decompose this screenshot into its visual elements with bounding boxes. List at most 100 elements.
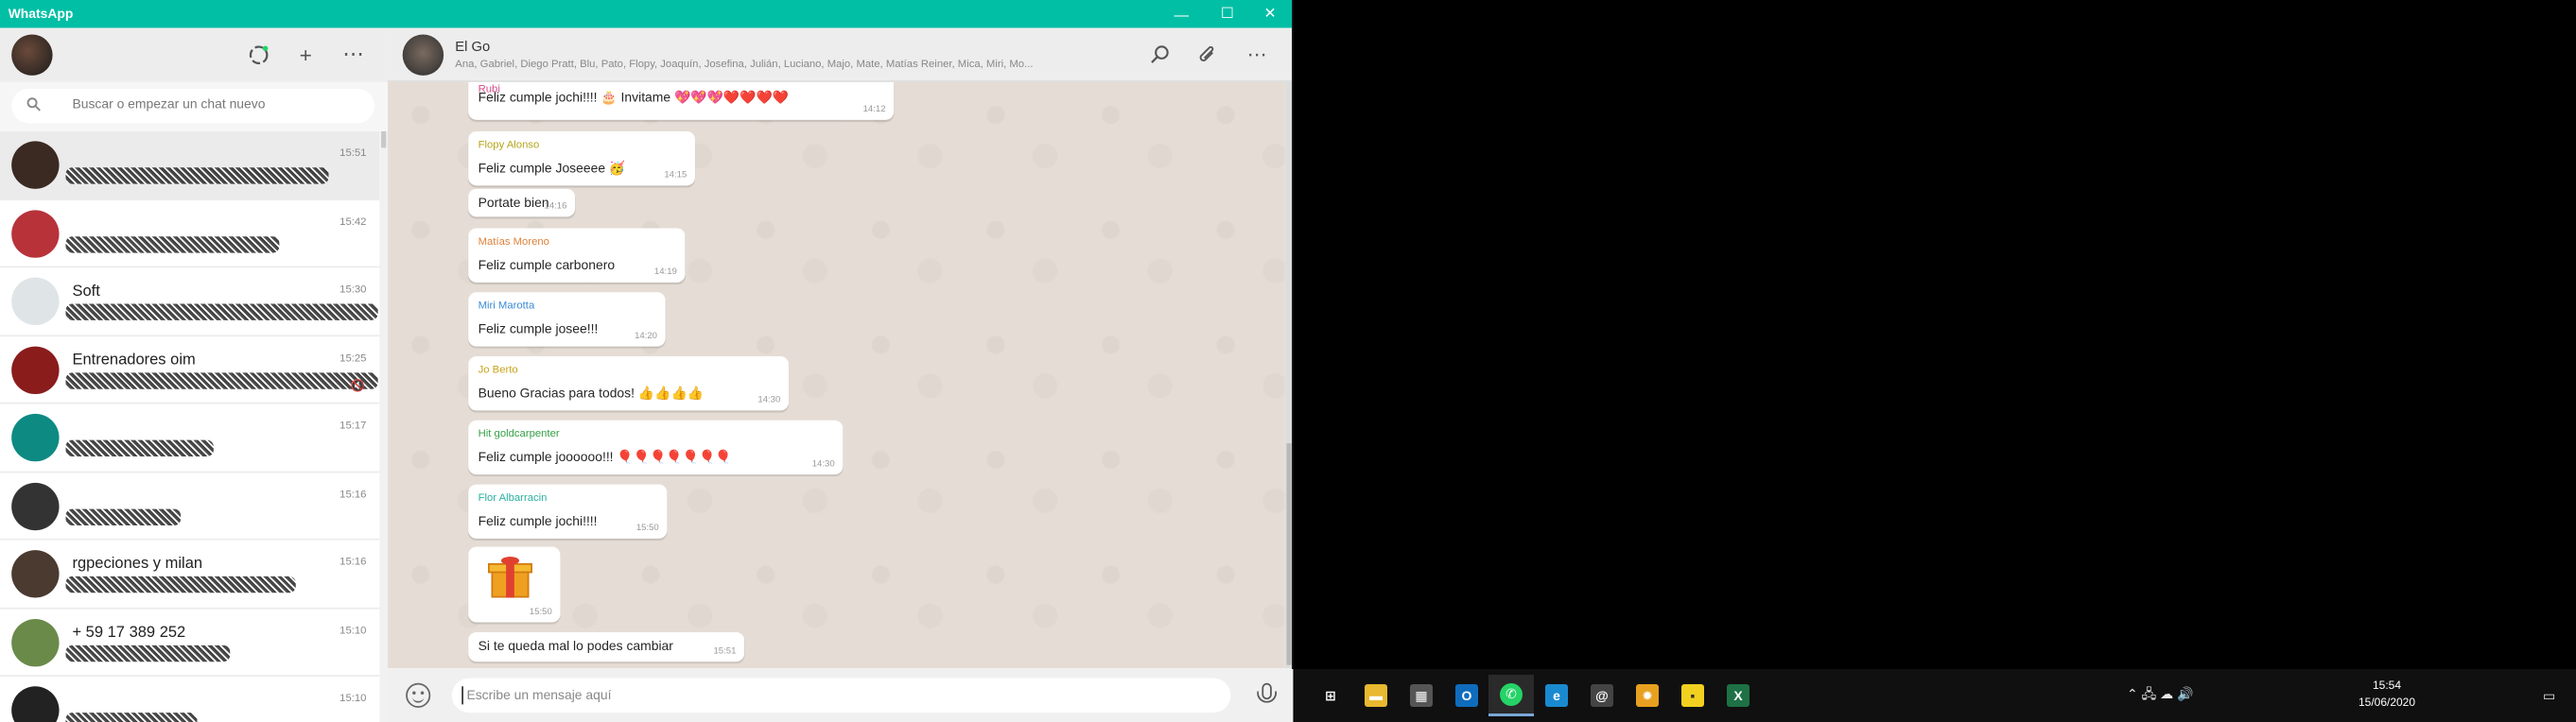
- minimize-button[interactable]: —: [1160, 0, 1203, 28]
- muted-icon: 🔇: [350, 380, 365, 392]
- message-time: 14:15: [664, 170, 688, 181]
- redacted-preview: [65, 167, 329, 184]
- message-text: Feliz cumple jochi!!!!: [478, 513, 598, 529]
- chat-list-item[interactable]: 15:17: [0, 404, 380, 473]
- message-bubble[interactable]: 15:50: [468, 546, 561, 623]
- file-explorer-icon: ▬: [1365, 684, 1387, 707]
- chat-name: Soft: [72, 282, 100, 301]
- scrollbar-thumb[interactable]: [381, 131, 387, 148]
- system-tray-icons[interactable]: ⌃ 🖧 ☁ 🔊: [2127, 669, 2193, 722]
- message-bubble[interactable]: Miri Marotta Feliz cumple josee!!! 14:20: [468, 292, 666, 347]
- message-bubble[interactable]: Rubi Feliz cumple jochi!!!! 🎂 Invitame 💖💖…: [468, 81, 895, 120]
- search-icon: [26, 97, 42, 115]
- clock[interactable]: 15:54 15/06/2020: [2335, 677, 2439, 711]
- chat-list-item[interactable]: Soft 15:30: [0, 267, 380, 336]
- emoji-icon[interactable]: [406, 682, 431, 708]
- compose-bar: Escribe un mensaje aquí: [388, 668, 1294, 722]
- message-input[interactable]: Escribe un mensaje aquí: [451, 678, 1231, 713]
- message-bubble[interactable]: Si te queda mal lo podes cambiar 15:51: [468, 631, 745, 662]
- group-name: El Go: [455, 37, 491, 55]
- chat-time: 15:17: [339, 420, 367, 432]
- message-sender[interactable]: Matías Moreno: [479, 236, 549, 248]
- chat-list-item[interactable]: Entrenadores oim 15:25 🔇: [0, 335, 380, 404]
- message-text: Portate bien: [478, 195, 549, 211]
- taskbar-edge-button[interactable]: e: [1534, 675, 1579, 716]
- search-input[interactable]: Buscar o empezar un chat nuevo: [11, 88, 375, 124]
- search-messages-icon[interactable]: [1147, 41, 1174, 67]
- chat-time: 15:25: [339, 352, 367, 364]
- taskbar-sun-app-button[interactable]: ✹: [1625, 675, 1670, 716]
- sidebar-header: + ⋯: [0, 27, 389, 82]
- chat-list-item[interactable]: 15:51: [0, 131, 380, 200]
- redacted-preview: [65, 303, 378, 320]
- message-area: Rubi Feliz cumple jochi!!!! 🎂 Invitame 💖💖…: [388, 81, 1285, 669]
- text-caret: [461, 686, 463, 705]
- taskbar-whatsapp-button[interactable]: ✆: [1488, 675, 1534, 716]
- chat-list-item[interactable]: + 59 17 389 252 15:10: [0, 609, 380, 677]
- taskbar-file-explorer-button[interactable]: ▬: [1353, 675, 1399, 716]
- message-bubble[interactable]: Matías Moreno Feliz cumple carbonero 14:19: [468, 228, 686, 283]
- message-time: 15:50: [635, 524, 659, 534]
- status-icon[interactable]: [245, 41, 271, 67]
- sun-app-icon: ✹: [1636, 684, 1659, 707]
- window-title: WhatsApp: [8, 6, 74, 22]
- chat-avatar: [11, 618, 60, 666]
- chat-list-item[interactable]: 15:42: [0, 199, 380, 268]
- conversation-pane: El Go Ana, Gabriel, Diego Pratt, Blu, Pa…: [388, 27, 1294, 722]
- clock-time: 15:54: [2372, 679, 2402, 692]
- attach-icon[interactable]: [1194, 41, 1221, 67]
- chat-time: 15:16: [339, 488, 367, 501]
- message-sender[interactable]: Flor Albarracin: [479, 492, 548, 504]
- chat-list: 15:51 15:42 Soft 15:30 Entrenadores oim 15:25…: [0, 131, 380, 722]
- chat-list-item[interactable]: 15:16: [0, 473, 380, 541]
- microphone-icon[interactable]: [1254, 681, 1280, 708]
- chat-time: 15:16: [339, 557, 367, 569]
- message-bubble[interactable]: Hit goldcarpenter Feliz cumple joooooo!!!…: [468, 420, 844, 475]
- message-bubble[interactable]: Portate bien 14:16: [468, 188, 576, 217]
- whatsapp-icon: ✆: [1500, 682, 1523, 706]
- gift-sticker[interactable]: [488, 557, 532, 598]
- message-bubble[interactable]: Flor Albarracin Feliz cumple jochi!!!! 15:…: [468, 484, 668, 539]
- chat-name: rgpeciones y milan: [72, 555, 203, 574]
- taskbar-excel-button[interactable]: X: [1715, 675, 1761, 716]
- chat-avatar: [11, 277, 60, 326]
- new-chat-icon[interactable]: +: [292, 41, 319, 67]
- menu-icon[interactable]: ⋯: [340, 41, 367, 67]
- profile-avatar[interactable]: [11, 34, 53, 76]
- screen: WhatsApp — ☐ ✕ + ⋯ Buscar o empezar un c…: [0, 0, 2576, 722]
- scrollbar-thumb[interactable]: [1286, 443, 1292, 665]
- message-text: Si te queda mal lo podes cambiar: [478, 638, 673, 654]
- taskbar: ⊞ ▬ ▦ O ✆ e @ ✹ ▪ X ⌃ 🖧 ☁ 🔊 15:54 15/06/2020 ▭: [1295, 669, 2576, 722]
- taskbar-outlook-button[interactable]: O: [1444, 675, 1489, 716]
- desktop-divider: [1292, 0, 1294, 669]
- group-avatar[interactable]: [402, 34, 444, 76]
- maximize-button[interactable]: ☐: [1206, 0, 1248, 28]
- more-options-icon[interactable]: ⋯: [1244, 41, 1270, 67]
- message-bubble[interactable]: Flopy Alonso Feliz cumple Joseeee 🥳 14:15: [468, 131, 695, 186]
- search-placeholder: Buscar o empezar un chat nuevo: [72, 96, 266, 112]
- redacted-preview: [65, 576, 296, 593]
- whatsapp-window: WhatsApp — ☐ ✕ + ⋯ Buscar o empezar un c…: [0, 0, 1294, 722]
- chat-list-scrollbar[interactable]: [379, 131, 389, 722]
- message-time: 14:16: [544, 201, 567, 213]
- conversation-header[interactable]: El Go Ana, Gabriel, Diego Pratt, Blu, Pa…: [388, 27, 1294, 82]
- taskbar-mail-app-button[interactable]: @: [1579, 675, 1625, 716]
- message-sender[interactable]: Miri Marotta: [479, 301, 535, 312]
- close-button[interactable]: ✕: [1249, 0, 1292, 28]
- taskbar-sticky-notes-button[interactable]: ▪: [1670, 675, 1715, 716]
- chat-time: 15:42: [339, 215, 367, 228]
- chat-time: 15:51: [339, 147, 367, 160]
- chat-avatar: [11, 686, 60, 722]
- message-text: Bueno Gracias para todos! 👍👍👍👍: [478, 386, 705, 401]
- taskbar-calculator-button[interactable]: ▦: [1399, 675, 1444, 716]
- message-sender[interactable]: Jo Berto: [479, 365, 518, 376]
- chat-sidebar: + ⋯ Buscar o empezar un chat nuevo 15:51…: [0, 27, 389, 722]
- chat-list-item[interactable]: 15:10: [0, 677, 379, 722]
- message-bubble[interactable]: Jo Berto Bueno Gracias para todos! 👍👍👍👍 14…: [468, 356, 789, 411]
- taskbar-start-button[interactable]: ⊞: [1308, 675, 1353, 716]
- search-bar: Buscar o empezar un chat nuevo: [0, 81, 389, 131]
- notification-icon[interactable]: ▭: [2543, 669, 2555, 722]
- message-sender[interactable]: Flopy Alonso: [479, 140, 540, 151]
- chat-list-item[interactable]: rgpeciones y milan 15:16: [0, 541, 380, 609]
- message-sender[interactable]: Hit goldcarpenter: [479, 428, 560, 439]
